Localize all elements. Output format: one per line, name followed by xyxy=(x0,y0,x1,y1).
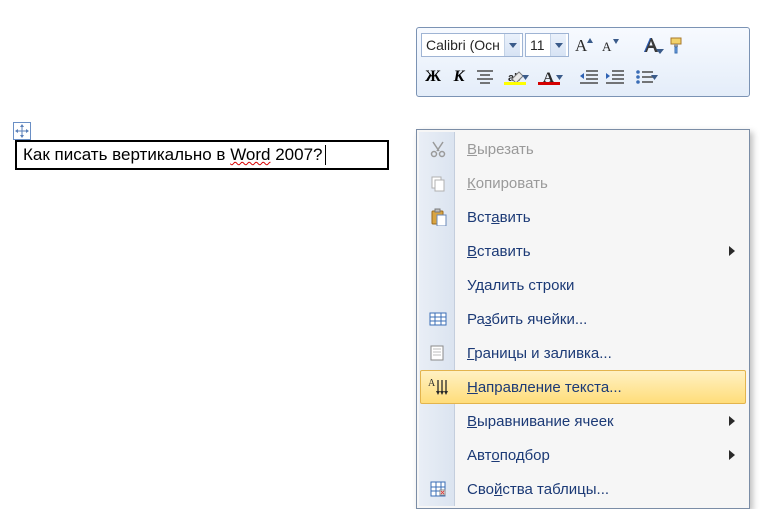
submenu-arrow-icon xyxy=(729,246,735,256)
increase-indent-button[interactable] xyxy=(603,65,627,89)
table-cell[interactable]: Как писать вертикально в Word 2007? xyxy=(15,140,389,170)
mini-toolbar: Calibri (Осн 11 A A Ж xyxy=(416,27,750,97)
ctx-cut: Вырезать xyxy=(420,132,746,166)
cut-icon xyxy=(427,138,449,160)
grow-font-button[interactable]: A xyxy=(571,33,595,57)
font-name-value: Calibri (Осн xyxy=(422,37,504,53)
text-caret xyxy=(325,145,326,165)
text-direction-icon: A xyxy=(427,376,449,398)
font-color-button[interactable]: A xyxy=(533,65,565,89)
highlight-color-button[interactable]: ab xyxy=(499,65,531,89)
ctx-table-properties[interactable]: Свойства таблицы... xyxy=(420,472,746,506)
ctx-paste-special[interactable]: Вставить xyxy=(420,234,746,268)
ctx-delete-rows[interactable]: Удалить строки xyxy=(420,268,746,302)
ctx-borders-shading[interactable]: Границы и заливка... xyxy=(420,336,746,370)
move-icon xyxy=(15,124,29,138)
ctx-cell-alignment[interactable]: Выравнивание ячеек xyxy=(420,404,746,438)
ctx-autofit[interactable]: Автоподбор xyxy=(420,438,746,472)
copy-icon xyxy=(427,172,449,194)
format-painter-button[interactable] xyxy=(665,33,689,57)
split-cells-icon xyxy=(427,308,449,330)
table-properties-icon xyxy=(427,478,449,500)
ctx-copy: Копировать xyxy=(420,166,746,200)
paste-icon xyxy=(427,206,449,228)
format-style-button[interactable] xyxy=(639,33,663,57)
submenu-arrow-icon xyxy=(729,416,735,426)
cell-text: Как писать вертикально в Word 2007? xyxy=(23,145,323,165)
decrease-indent-button[interactable] xyxy=(577,65,601,89)
svg-text:A: A xyxy=(602,39,612,54)
font-size-dropdown[interactable] xyxy=(550,34,566,56)
ctx-split-cells[interactable]: Разбить ячейки... xyxy=(420,302,746,336)
svg-text:A: A xyxy=(428,378,436,389)
align-center-button[interactable] xyxy=(473,65,497,89)
bold-button[interactable]: Ж xyxy=(421,65,445,89)
bullets-button[interactable] xyxy=(629,65,659,89)
italic-button[interactable]: К xyxy=(447,65,471,89)
shrink-font-button[interactable]: A xyxy=(597,33,621,57)
ctx-text-direction[interactable]: A Направление текста... xyxy=(420,370,746,404)
font-size-combo[interactable]: 11 xyxy=(525,33,569,57)
table-move-handle[interactable] xyxy=(13,122,31,140)
submenu-arrow-icon xyxy=(729,450,735,460)
font-name-dropdown[interactable] xyxy=(504,34,520,56)
svg-text:A: A xyxy=(575,36,588,54)
font-name-combo[interactable]: Calibri (Осн xyxy=(421,33,523,57)
ctx-paste[interactable]: Вставить xyxy=(420,200,746,234)
context-menu: Вырезать Копировать Вставить Вставить Уд… xyxy=(416,129,750,509)
borders-icon xyxy=(427,342,449,364)
font-size-value: 11 xyxy=(526,37,550,53)
